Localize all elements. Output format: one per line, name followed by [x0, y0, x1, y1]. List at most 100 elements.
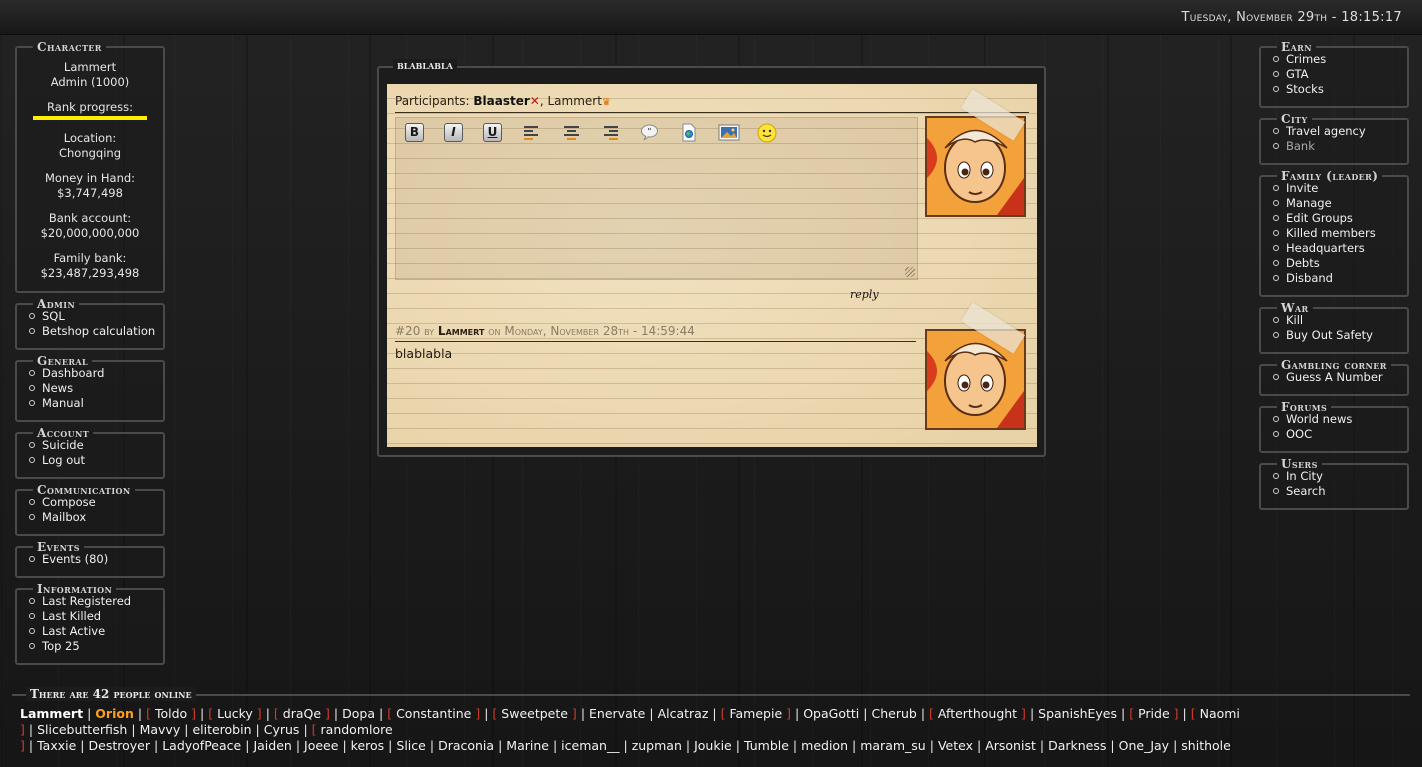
- menu-item-guess-a-number[interactable]: Guess A Number: [1273, 370, 1401, 385]
- online-user[interactable]: [ Lucky ]: [208, 706, 261, 721]
- menu-item-search[interactable]: Search: [1273, 484, 1401, 499]
- online-user[interactable]: [ Sweetpete ]: [492, 706, 576, 721]
- online-user[interactable]: Vetex: [938, 738, 973, 753]
- menu-item-mailbox[interactable]: Mailbox: [29, 510, 157, 525]
- online-user[interactable]: Joeee: [304, 738, 338, 753]
- online-user[interactable]: iceman__: [561, 738, 619, 753]
- online-user[interactable]: Jaiden: [253, 738, 291, 753]
- character-role: Admin (1000): [50, 75, 130, 89]
- menu-item-label: Disband: [1286, 271, 1333, 285]
- online-user[interactable]: Joukie: [694, 738, 732, 753]
- online-user[interactable]: Darkness: [1048, 738, 1106, 753]
- menu-item-killed-members[interactable]: Killed members: [1273, 226, 1401, 241]
- online-user[interactable]: Slice: [396, 738, 425, 753]
- online-user[interactable]: maram_su: [860, 738, 926, 753]
- online-user[interactable]: [ Toldo ]: [146, 706, 196, 721]
- online-user[interactable]: Cherub: [871, 706, 916, 721]
- online-user[interactable]: Orion: [95, 706, 134, 721]
- online-user[interactable]: OpaGotti: [803, 706, 859, 721]
- online-user[interactable]: Enervate: [589, 706, 645, 721]
- online-user[interactable]: Slicebutterfish: [37, 722, 127, 737]
- online-user[interactable]: SpanishEyes: [1038, 706, 1117, 721]
- online-user-name: Afterthought: [937, 706, 1018, 721]
- online-user[interactable]: Taxxie: [37, 738, 76, 753]
- align-right-icon[interactable]: [601, 123, 620, 142]
- money-label: Money in Hand:: [44, 171, 136, 185]
- online-user[interactable]: Cyrus: [264, 722, 300, 737]
- menu-item-dashboard[interactable]: Dashboard: [29, 366, 157, 381]
- menu-item-in-city[interactable]: In City: [1273, 469, 1401, 484]
- online-user[interactable]: Marine: [506, 738, 549, 753]
- online-user[interactable]: shithole: [1181, 738, 1231, 753]
- menu-item-gta[interactable]: GTA: [1273, 67, 1401, 82]
- menu-item-bank[interactable]: Bank: [1273, 139, 1401, 154]
- menu-item-kill[interactable]: Kill: [1273, 313, 1401, 328]
- menu-item-buy-out-safety[interactable]: Buy Out Safety: [1273, 328, 1401, 343]
- online-user[interactable]: Destroyer: [89, 738, 150, 753]
- menu-item-compose[interactable]: Compose: [29, 495, 157, 510]
- underline-icon[interactable]: U: [483, 123, 502, 142]
- online-user[interactable]: Dopa: [342, 706, 375, 721]
- menu-item-ooc[interactable]: OOC: [1273, 427, 1401, 442]
- menu-item-log-out[interactable]: Log out: [29, 453, 157, 468]
- menu-item-label: Dashboard: [42, 366, 105, 380]
- smiley-icon[interactable]: [757, 123, 777, 143]
- menu-item-events[interactable]: Events (80): [29, 552, 157, 567]
- online-user[interactable]: [ Afterthought ]: [929, 706, 1026, 721]
- menu-item-disband[interactable]: Disband: [1273, 271, 1401, 286]
- reply-button[interactable]: reply: [850, 288, 879, 301]
- menu-item-last-registered[interactable]: Last Registered: [29, 594, 157, 609]
- menu-item-manual[interactable]: Manual: [29, 396, 157, 411]
- online-user[interactable]: zupman: [632, 738, 682, 753]
- align-center-icon[interactable]: [562, 123, 581, 142]
- resize-grip-icon[interactable]: [905, 267, 915, 277]
- participant-blaaster[interactable]: Blaaster: [473, 94, 529, 108]
- menu-item-headquarters[interactable]: Headquarters: [1273, 241, 1401, 256]
- image-icon[interactable]: [718, 123, 740, 142]
- menu-item-last-active[interactable]: Last Active: [29, 624, 157, 639]
- menu-item-last-killed[interactable]: Last Killed: [29, 609, 157, 624]
- bullet-icon: [1273, 56, 1279, 62]
- user-separator: |: [920, 706, 926, 721]
- online-user[interactable]: medion: [801, 738, 848, 753]
- character-name[interactable]: Lammert: [23, 60, 157, 75]
- online-user[interactable]: [ draQe ]: [274, 706, 330, 721]
- quote-icon[interactable]: ": [640, 123, 659, 142]
- menu-item-crimes[interactable]: Crimes: [1273, 52, 1401, 67]
- italic-icon[interactable]: I: [444, 123, 463, 142]
- link-icon[interactable]: [679, 123, 698, 142]
- online-user[interactable]: [ Famepie ]: [721, 706, 791, 721]
- align-left-icon[interactable]: [522, 123, 541, 142]
- menu-item-suicide[interactable]: Suicide: [29, 438, 157, 453]
- online-user[interactable]: Alcatraz: [658, 706, 709, 721]
- menu-item-debts[interactable]: Debts: [1273, 256, 1401, 271]
- online-user[interactable]: One_Jay: [1119, 738, 1169, 753]
- menu-item-invite[interactable]: Invite: [1273, 181, 1401, 196]
- online-user[interactable]: Arsonist: [985, 738, 1036, 753]
- menu-item-top-25[interactable]: Top 25: [29, 639, 157, 654]
- menu-item-manage[interactable]: Manage: [1273, 196, 1401, 211]
- menu-item-betshop-calculation[interactable]: Betshop calculation: [29, 324, 157, 339]
- reply-textarea[interactable]: B I U ": [395, 117, 918, 280]
- participant-lammert[interactable]: Lammert: [547, 94, 601, 108]
- online-user[interactable]: Mavvy: [140, 722, 181, 737]
- bold-icon[interactable]: B: [405, 123, 424, 142]
- menu-item-stocks[interactable]: Stocks: [1273, 82, 1401, 97]
- menu-item-travel-agency[interactable]: Travel agency: [1273, 124, 1401, 139]
- online-user[interactable]: keros: [351, 738, 385, 753]
- menu-item-news[interactable]: News: [29, 381, 157, 396]
- bullet-icon: [1273, 488, 1279, 494]
- online-user[interactable]: eliterobin: [192, 722, 251, 737]
- menu-item-sql[interactable]: SQL: [29, 309, 157, 324]
- online-user[interactable]: [ Pride ]: [1129, 706, 1178, 721]
- menu-item-edit-groups[interactable]: Edit Groups: [1273, 211, 1401, 226]
- remove-participant-icon[interactable]: ✕: [530, 94, 540, 108]
- post-author[interactable]: Lammert: [438, 324, 484, 338]
- online-user[interactable]: LadyofPeace: [162, 738, 241, 753]
- online-user[interactable]: Tumble: [744, 738, 789, 753]
- war-menu: War Kill Buy Out Safety: [1259, 301, 1409, 354]
- menu-item-world-news[interactable]: World news: [1273, 412, 1401, 427]
- online-user[interactable]: Lammert: [20, 706, 83, 721]
- online-user[interactable]: [ Constantine ]: [387, 706, 480, 721]
- online-user[interactable]: Draconia: [438, 738, 494, 753]
